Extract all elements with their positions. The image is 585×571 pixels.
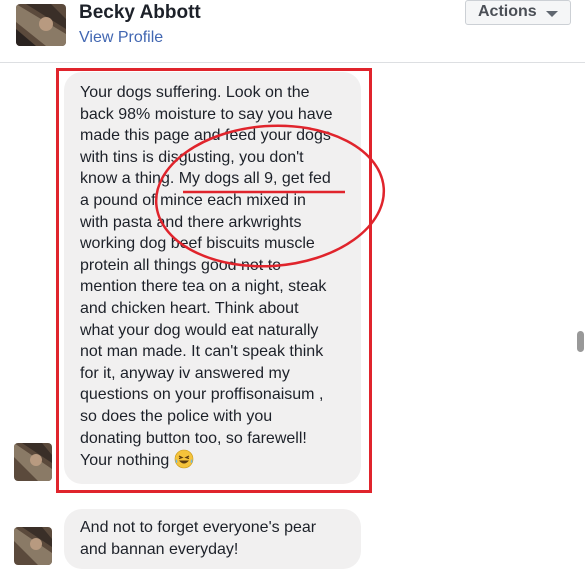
- actions-button[interactable]: Actions: [465, 0, 571, 25]
- avatar-photo: [14, 443, 52, 481]
- scrollbar-thumb[interactable]: [577, 331, 584, 352]
- message-line: with tins is disgusting, you don't: [80, 148, 304, 166]
- profile-avatar[interactable]: [16, 4, 66, 46]
- laughing-tears-emoji-icon: [174, 449, 194, 469]
- message-line: what your dog would eat naturally: [80, 321, 319, 339]
- message-bubble[interactable]: And not to forget everyone's pear and ba…: [64, 509, 361, 569]
- view-profile-link[interactable]: View Profile: [79, 29, 163, 47]
- message-line: working dog beef biscuits muscle: [80, 235, 315, 253]
- contact-name[interactable]: Becky Abbott: [79, 2, 201, 24]
- message-line-text: Your nothing: [80, 452, 170, 470]
- message-line: with pasta and there arkwrights: [80, 213, 302, 231]
- message-line: and chicken heart. Think about: [80, 299, 299, 317]
- caret-down-icon: [546, 11, 558, 17]
- message-line: not man made. It can't speak think: [80, 343, 324, 361]
- message-line-last: Your nothing: [80, 449, 345, 472]
- message-line: Your dogs suffering. Look on the: [80, 84, 310, 101]
- message-line: questions on your proffisonaisum ,: [80, 386, 324, 404]
- message-line: a pound of mince each mixed in: [80, 191, 306, 209]
- message-line: and bannan everyday!: [80, 540, 239, 558]
- message-line: And not to forget everyone's pear: [80, 519, 317, 536]
- message-line: donating button too, so farewell!: [80, 429, 307, 447]
- message-line: made this page and feed your dogs: [80, 127, 331, 145]
- message-bubble[interactable]: Your dogs suffering. Look on the back 98…: [64, 72, 361, 484]
- message-line: know a thing. My dogs all 9, get fed: [80, 170, 331, 188]
- message-line: protein all things good not to: [80, 256, 282, 274]
- message-line: back 98% moisture to say you have: [80, 105, 333, 123]
- avatar-photo: [16, 4, 66, 46]
- sender-avatar[interactable]: [14, 443, 52, 481]
- actions-label: Actions: [478, 3, 537, 20]
- avatar-photo: [14, 527, 52, 565]
- sender-avatar[interactable]: [14, 527, 52, 565]
- scrollbar[interactable]: [576, 0, 585, 571]
- message-line: so does the police with you: [80, 407, 273, 425]
- message-line: mention there tea on a night, steak: [80, 278, 327, 296]
- conversation-header: Becky Abbott View Profile Actions: [0, 0, 585, 63]
- message-line: for it, anyway iv answered my: [80, 364, 290, 382]
